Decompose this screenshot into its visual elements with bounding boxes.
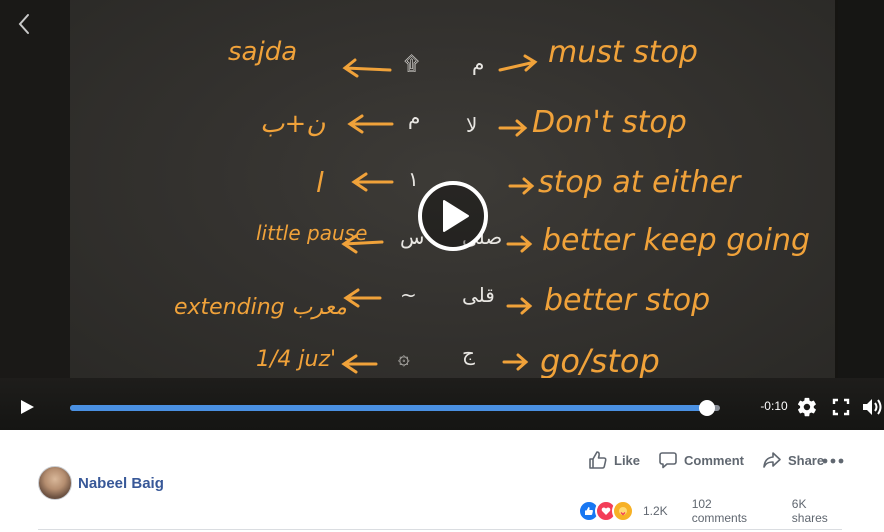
share-icon: [763, 452, 781, 468]
avatar[interactable]: [38, 466, 72, 500]
board-left-5: extending معرب: [174, 295, 347, 320]
like-label: Like: [614, 452, 641, 468]
post-author: Nabeel Baig: [38, 466, 164, 500]
back-arrow-icon[interactable]: [14, 12, 34, 36]
board-right-3: stop at either: [538, 165, 742, 200]
svg-text:۩: ۩: [404, 51, 419, 75]
comment-label: Comment: [684, 452, 744, 468]
progress-fill: [70, 405, 707, 411]
like-icon: [589, 451, 607, 469]
settings-icon[interactable]: [796, 396, 818, 418]
board-right-1: must stop: [548, 35, 698, 70]
video-side-right: [838, 0, 884, 430]
board-left-1: sajda: [228, 37, 297, 67]
post-footer: Like Comment Share Nabeel Baig 1.2K 102 …: [0, 430, 884, 532]
video-side-left: [0, 0, 70, 430]
video-player[interactable]: sajda must stop ن+ب Don't stop l stop at…: [0, 0, 884, 430]
more-icon[interactable]: [822, 458, 844, 464]
board-left-4: little pause: [256, 221, 367, 245]
board-left-2: ن+ب: [260, 109, 326, 139]
volume-icon[interactable]: [861, 397, 884, 417]
care-reaction-icon: [612, 500, 634, 522]
author-name[interactable]: Nabeel Baig: [78, 475, 164, 492]
divider: [38, 529, 842, 530]
play-button[interactable]: [18, 398, 36, 416]
board-right-2: Don't stop: [532, 105, 687, 140]
svg-text:م: م: [472, 51, 484, 75]
svg-text:ج: ج: [462, 341, 475, 365]
like-button[interactable]: Like: [588, 450, 640, 470]
board-left-3: l: [316, 166, 324, 199]
board-right-6: go/stop: [540, 342, 660, 380]
reaction-count[interactable]: 1.2K: [643, 504, 668, 518]
fullscreen-icon[interactable]: [832, 398, 850, 416]
board-right-5: better stop: [544, 283, 710, 318]
svg-text:۞: ۞: [398, 345, 410, 369]
board-right-4: better keep going: [542, 223, 810, 258]
reaction-icons[interactable]: [578, 500, 634, 522]
comments-count[interactable]: 102 comments: [692, 497, 768, 525]
play-icon[interactable]: [417, 180, 489, 252]
svg-text:لا: لا: [466, 113, 477, 137]
post-actions: Like Comment Share: [588, 450, 842, 470]
progress-knob[interactable]: [699, 400, 715, 416]
progress-bar[interactable]: [70, 400, 720, 416]
svg-text:م: م: [408, 105, 420, 129]
share-label: Share: [787, 452, 825, 468]
svg-text:~: ~: [400, 283, 417, 307]
share-button[interactable]: Share: [762, 450, 824, 470]
control-bar: [0, 378, 884, 430]
svg-text:قلى: قلى: [462, 283, 495, 307]
post-stats: 1.2K 102 comments 6K shares: [578, 497, 844, 525]
time-remaining: -0:10: [760, 399, 788, 413]
comment-icon: [659, 452, 677, 469]
comment-button[interactable]: Comment: [658, 450, 744, 470]
board-left-6: 1/4 juz': [256, 347, 336, 372]
shares-count[interactable]: 6K shares: [792, 497, 844, 525]
